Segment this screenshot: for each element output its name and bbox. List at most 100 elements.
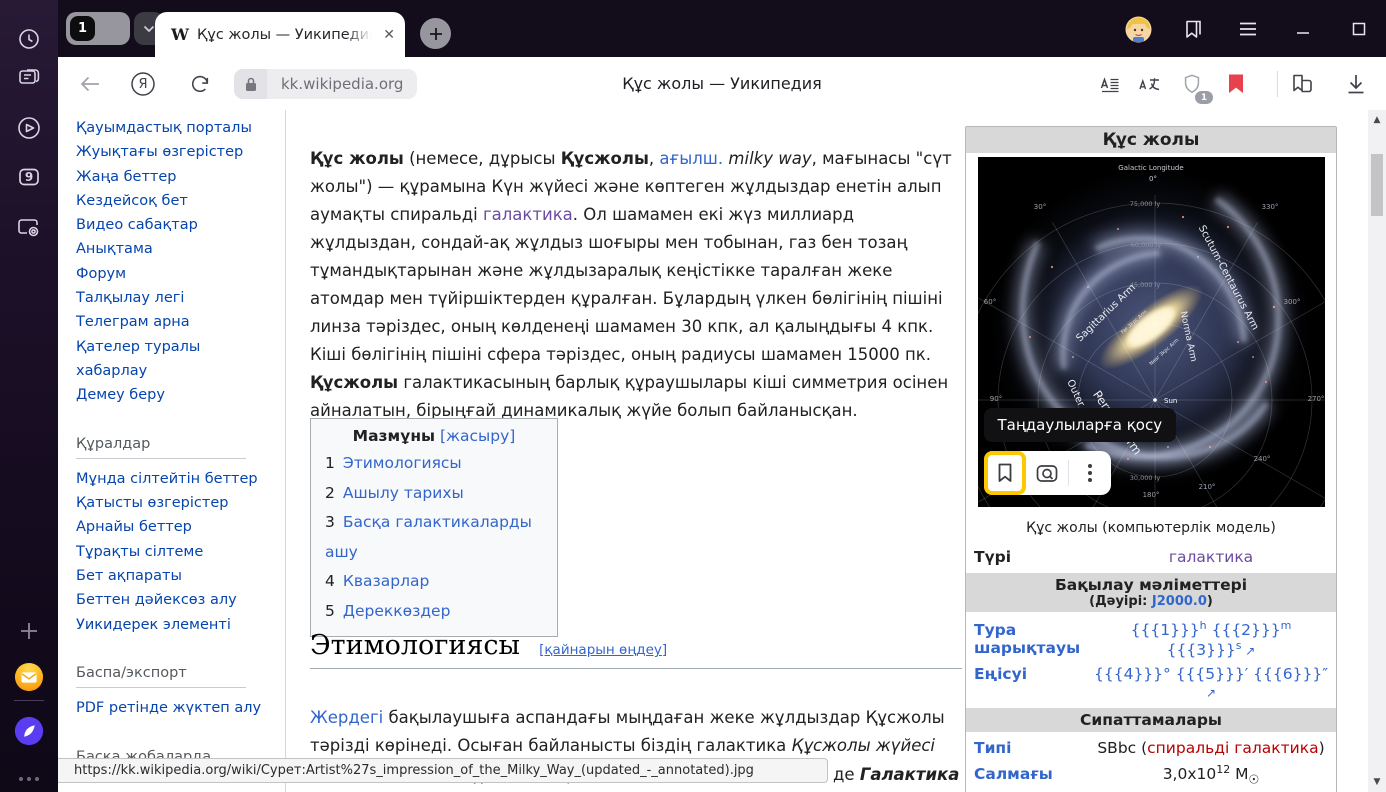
edit-section-link[interactable]: [қайнарын өңдеу] [539,642,667,658]
browser-left-rail: 9 [0,0,58,792]
section-heading: Этимологиясы [310,630,520,661]
history-icon[interactable] [14,24,44,54]
tab-group-pill[interactable]: 1 [66,12,130,45]
toc-link[interactable]: Квазарлар [343,572,429,590]
active-tab[interactable]: W Құс жолы — Уикипедия ✕ [155,12,405,57]
reload-button[interactable] [184,68,216,100]
observation-title: Бақылау мәліметтері [966,576,1336,594]
visual-search-button[interactable] [1026,451,1068,495]
sidebar-link[interactable]: Қателер туралы хабарлау [76,335,272,384]
window-minimize-button[interactable] [1288,14,1318,44]
add-bookmark-button[interactable] [984,451,1026,495]
scroll-up-arrow[interactable]: ▲ [1368,112,1386,128]
vertical-scrollbar[interactable]: ▲ ▼ [1368,110,1386,792]
toolbar-separator [1277,71,1278,97]
screenshot-icon[interactable] [14,212,44,242]
yandex-browser-logo[interactable] [14,716,44,746]
sidebar-section-tools: Құралдар [76,432,246,459]
shield-badge: 1 [1195,91,1213,104]
more-actions-button[interactable] [1069,451,1111,495]
bookmarks-panel-icon[interactable] [1178,14,1208,44]
browser-window: 9 1 [0,0,1386,792]
sidebar-link[interactable]: Жаңа беттер [76,165,272,189]
browser-toolbar: Құс жолы — Уикипедия Я kk.wikipedia.org … [58,57,1386,110]
menu-hamburger-icon[interactable] [1233,14,1263,44]
reader-mode-icon[interactable] [1094,68,1126,100]
toc-list: 1Этимологиясы2Ашылу тарихы3Басқа галакти… [311,449,557,626]
row-label[interactable]: Тура шарықтауы [974,621,1094,657]
sidebar-print-list: PDF ретінде жүктеп алу [76,696,272,720]
sidebar-link[interactable]: Тұрақты сілтеме [76,540,272,564]
status-url-tooltip: https://kk.wikipedia.org/wiki/Сурет:Arti… [58,758,828,783]
scroll-down-arrow[interactable]: ▼ [1368,774,1386,790]
add-panel-icon[interactable] [14,616,44,646]
video-icon[interactable] [14,113,44,143]
sidebar-link[interactable]: Қатысты өзгерістер [76,491,272,515]
infobox-row-ra: Тура шарықтауы {{{1}}}h {{{2}}}m {{{3}}}… [966,616,1336,662]
row-label[interactable]: Типі [974,739,1094,757]
sidebar-link[interactable]: Талқылау легі [76,286,272,310]
window-maximize-button[interactable] [1344,14,1374,44]
translate-icon[interactable] [1134,68,1166,100]
sidebar-link[interactable]: Форум [76,262,272,286]
yandex-search-button[interactable]: Я [127,68,159,100]
profile-avatar[interactable] [1123,14,1153,44]
yandex-mail-icon[interactable] [14,662,44,692]
lock-icon[interactable] [234,69,267,99]
url-text[interactable]: kk.wikipedia.org [267,69,417,99]
sidebar-nav-list: Қауымдастық порталыЖуықтағы өзгерістерЖа… [76,116,272,408]
svg-text:75,000 ly: 75,000 ly [1129,200,1160,208]
row-label[interactable]: Еңісуі [974,665,1094,683]
feed-panel-icon[interactable] [14,62,44,92]
toc-hide-link[interactable]: [жасыру] [440,427,515,445]
scrollbar-thumb[interactable] [1371,154,1383,216]
toc-number: 2 [325,484,335,502]
sidebar-link[interactable]: Беттен дәйексөз алу [76,588,272,612]
tabs-counter-icon[interactable]: 9 [14,162,44,192]
sidebar-link[interactable]: Қауымдастық порталы [76,116,272,140]
toc-link[interactable]: Ашылу тарихы [343,484,464,502]
protect-shield-icon[interactable]: 1 [1176,68,1208,100]
toc-link[interactable]: Басқа галактикаларды ашу [325,513,532,561]
sidebar-link[interactable]: Демеу беру [76,383,272,407]
tab-strip: 1 W Құс жолы — Уикипедия ✕ [58,0,1386,57]
add-to-favorites-tooltip: Таңдаулыларға қосу [984,408,1177,442]
tabs-counter-badge: 9 [25,170,33,184]
sidebar-link[interactable]: Видео сабақтар [76,213,272,237]
row-value[interactable]: {{{4}}}° {{{5}}}′ {{{6}}}″ ↗ [1094,665,1328,701]
svg-text:0°: 0° [1149,175,1157,183]
wikipedia-sidebar: Қауымдастық порталыЖуықтағы өзгерістерЖа… [76,116,272,780]
row-value[interactable]: {{{1}}}h {{{2}}}m {{{3}}}s ↗ [1094,619,1328,659]
tab-close-icon[interactable]: ✕ [383,28,395,42]
sidebar-link[interactable]: Анықтама [76,237,272,261]
observation-epoch: (Дәуірі: J2000.0) [966,594,1336,609]
sidebar-link[interactable]: Бет ақпараты [76,564,272,588]
sidebar-link[interactable]: Кездейсоқ бет [76,189,272,213]
svg-text:330°: 330° [1261,203,1278,211]
sidebar-link[interactable]: PDF ретінде жүктеп алу [76,696,272,720]
yandex-letter: Я [138,77,147,92]
sidebar-link[interactable]: Телеграм арна [76,310,272,334]
clipped-top-line [310,110,950,117]
sidebar-link[interactable]: Жуықтағы өзгерістер [76,140,272,164]
address-bar[interactable]: kk.wikipedia.org [234,69,417,99]
infobox-row-dec: Еңісуі {{{4}}}° {{{5}}}′ {{{6}}}″ ↗ [966,662,1336,704]
download-icon[interactable] [1340,68,1372,100]
svg-text:300°: 300° [1283,298,1300,306]
back-button[interactable] [74,68,106,100]
toc-link[interactable]: Дереккөздер [343,602,451,620]
sidebar-link[interactable]: Арнайы беттер [76,515,272,539]
row-label[interactable]: Салмағы [974,765,1094,783]
toc-link[interactable]: Этимологиясы [343,454,462,472]
sidebar-link[interactable]: Мұнда сілтейтін беттер [76,467,272,491]
svg-text:270°: 270° [1307,395,1324,403]
galaxy-image[interactable]: Galactic Longitude0°30°330°60°300°90°270… [978,157,1325,507]
bookmark-added-icon[interactable] [1220,68,1252,100]
new-tab-button[interactable] [420,18,451,49]
rail-more-icon[interactable] [14,764,44,792]
collections-icon[interactable] [1286,68,1318,100]
row-value[interactable]: галактика [1094,548,1328,566]
sidebar-link[interactable]: Уикидерек элементі [76,613,272,637]
infobox-row-type: Түрі галактика [966,545,1336,569]
toc-number: 5 [325,602,335,620]
